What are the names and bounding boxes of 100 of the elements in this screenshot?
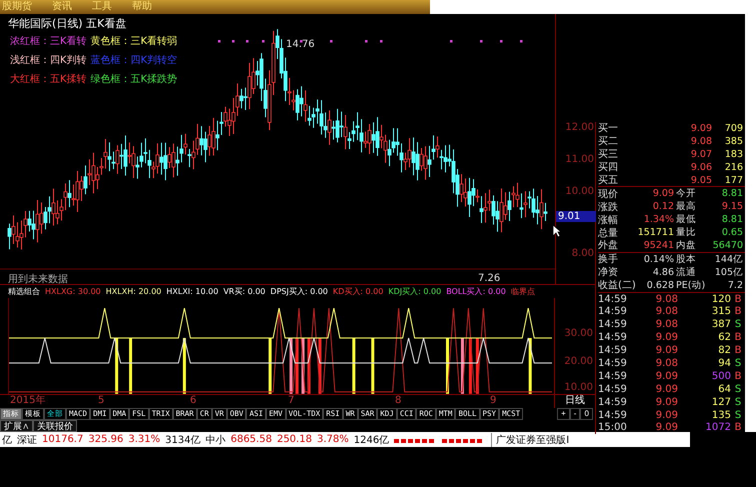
status-text: 3134亿 (165, 434, 201, 446)
bid-price: 9.07 (690, 148, 712, 160)
indicator-value: 临界点 (510, 286, 535, 298)
quote-label: 外盘 (598, 239, 619, 252)
panel-button[interactable]: 扩展∧ (0, 420, 33, 432)
trade-time: 14:59 (598, 370, 628, 382)
bid-label: 买三 (598, 148, 619, 162)
status-text: 3.78% (316, 434, 349, 445)
quote-value: 56470 (712, 240, 744, 251)
mouse-pointer-icon (552, 224, 562, 238)
axis-tick-label: 10.00 (565, 186, 594, 197)
legend-label: 黄色框：三K看转弱 (90, 36, 178, 48)
trade-price: 9.09 (654, 370, 678, 382)
legend-label: 绿色框：五K揉跌势 (90, 74, 178, 86)
quote-value: 151711 (636, 227, 674, 238)
status-text: 1246亿 (354, 434, 390, 446)
legend-label: 蓝色框：四K判转空 (90, 55, 178, 67)
quote-value: 0.14% (642, 254, 674, 265)
trade-volume: 1072 (704, 422, 731, 434)
quote-label: 最低 (675, 213, 697, 226)
axis-tick-label: 11.00 (565, 154, 594, 165)
trade-price: 9.08 (654, 294, 678, 305)
quote-value: 8.81 (720, 214, 744, 226)
indicator-value: VR买: 0.00 (223, 286, 266, 298)
panel-button[interactable]: 关联报价 (33, 420, 77, 432)
quote-label: 量比 (675, 226, 697, 240)
quote-label: 股本 (675, 252, 697, 266)
trade-side: S (734, 410, 742, 421)
zoom-button[interactable]: - (570, 408, 580, 420)
trade-volume: 127 (710, 396, 731, 408)
quote-value: 0.65 (720, 227, 744, 238)
indicator-value: HXLXI: 10.00 (166, 286, 218, 298)
chart-title: 华能国际(日线) 五K看盘 (8, 16, 126, 31)
trade-volume: 64 (717, 384, 731, 395)
trade-volume: 94 (717, 358, 731, 369)
indicator-value: KDJ买入: 0.00 (388, 286, 442, 298)
quote-value: 0.12 (652, 201, 674, 212)
bid-price: 9.05 (690, 174, 712, 186)
quote-label: 涨幅 (598, 214, 619, 227)
date-axis-label: 7 (287, 395, 294, 408)
quote-label: 净资 (598, 266, 619, 280)
zoom-button[interactable]: + (557, 408, 570, 420)
trade-price: 9.09 (654, 345, 678, 356)
date-axis-label: 2015年 (9, 395, 46, 408)
trade-price: 9.09 (654, 396, 678, 408)
quote-value: 144亿 (714, 252, 744, 266)
trade-volume: 387 (710, 319, 731, 330)
status-text: 深证 (17, 434, 37, 446)
indicator-value: BOLL买入: 0.00 (446, 286, 506, 298)
axis-tick-label: 30.00 (564, 328, 593, 340)
status-text: 亿 (2, 434, 12, 446)
trade-time: 14:59 (598, 384, 628, 395)
indicator-value: HXLXG: 30.00 (45, 286, 101, 298)
indicator-value: KD买入: 0.00 (332, 286, 384, 298)
quote-label: 涨跌 (598, 200, 619, 214)
trade-price: 9.09 (654, 332, 678, 344)
trade-price: 9.09 (654, 410, 678, 421)
legend-label: 浓红框：三K看转 (10, 36, 87, 48)
broker-name: 广发证券至强版I (491, 432, 570, 446)
bid-label: 买一 (598, 122, 619, 136)
trade-volume: 315 (710, 306, 731, 318)
quote-value: 8.81 (720, 188, 744, 200)
zoom-button[interactable]: 0 (580, 408, 593, 420)
trade-volume: 135 (710, 410, 731, 421)
bid-price: 9.08 (690, 136, 712, 147)
bid-price: 9.06 (690, 162, 712, 173)
trade-time: 14:59 (598, 294, 628, 305)
indicator-value: DPSJ买入: 0.00 (270, 286, 328, 298)
quote-label: 现价 (598, 188, 619, 201)
trade-price: 9.09 (654, 384, 678, 395)
trade-volume: 62 (717, 332, 731, 344)
trade-time: 14:59 (598, 358, 628, 369)
quote-label: 收益(二) (598, 279, 636, 292)
trade-volume: 500 (710, 370, 731, 382)
bid-volume: 709 (724, 122, 744, 134)
axis-tick-label: 10.00 (564, 382, 593, 394)
trade-price: 9.08 (654, 358, 678, 369)
quote-value: 95241 (642, 240, 674, 251)
trade-side: B (734, 422, 742, 434)
quote-value: 1.34% (642, 214, 674, 226)
status-text: 325.96 (88, 434, 124, 445)
trade-side: S (734, 384, 742, 395)
trade-time: 14:59 (598, 332, 628, 344)
low-price-label: 7.26 (478, 273, 500, 284)
trade-side: B (734, 306, 742, 318)
status-text: 250.18 (276, 434, 312, 445)
date-axis-label: 6 (189, 395, 196, 408)
quote-label: 总量 (598, 226, 619, 240)
quote-value: 7.2 (726, 280, 744, 291)
date-axis-label: 8 (394, 395, 402, 408)
quote-value: 4.86 (652, 266, 674, 278)
trade-price: 9.08 (654, 319, 678, 330)
bid-volume: 183 (724, 148, 744, 160)
trade-volume: 120 (710, 294, 731, 305)
status-text: 3.31% (128, 434, 160, 445)
trade-time: 14:59 (598, 306, 628, 318)
chart-note: 用到未来数据 (8, 272, 68, 286)
quote-label: PE(动) (675, 278, 706, 292)
trade-time: 14:59 (598, 345, 628, 356)
quote-label: 换手 (598, 252, 619, 266)
